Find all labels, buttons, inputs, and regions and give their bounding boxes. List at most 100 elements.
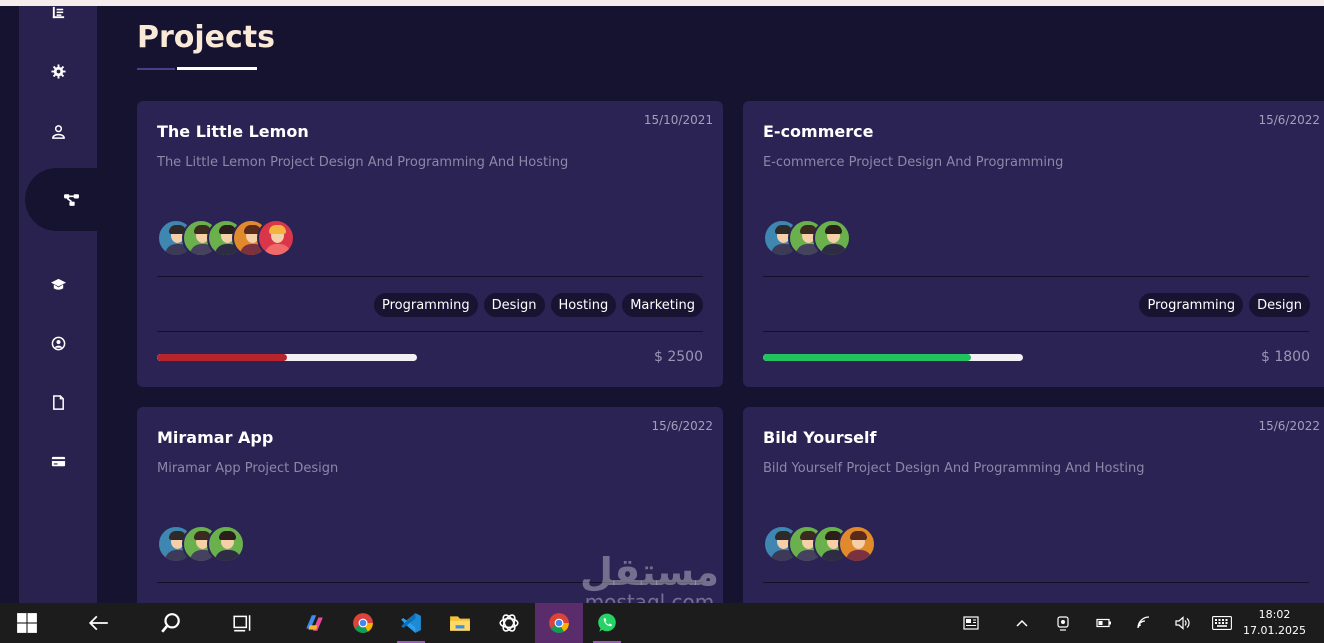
tag[interactable]: Design (1249, 293, 1310, 317)
project-title: E-commerce (763, 122, 874, 141)
sidebar-item-plans[interactable] (19, 441, 97, 481)
user-icon (51, 124, 65, 139)
whatsapp-button[interactable] (585, 603, 629, 643)
sidebar-item-projects[interactable] (25, 168, 100, 231)
project-description: Miramar App Project Design (157, 461, 339, 476)
file-explorer-button[interactable] (438, 603, 482, 643)
tag[interactable]: Programming (373, 293, 478, 317)
card-divider (157, 331, 703, 332)
team-avatars (157, 219, 295, 257)
project-card[interactable]: 15/6/2022 E-commerce E-commerce Project … (743, 101, 1324, 387)
progress-bar (763, 354, 1023, 361)
back-button[interactable] (77, 603, 121, 643)
project-price: $ 2500 (654, 349, 703, 365)
window-top-strip (0, 0, 1324, 6)
taskbar-clock[interactable]: 18:02 17.01.2025 (1243, 607, 1306, 639)
project-card[interactable]: 15/10/2021 The Little Lemon The Little L… (137, 101, 723, 387)
team-avatars (157, 525, 245, 563)
keyboard-button[interactable] (1210, 603, 1234, 643)
file-icon (52, 394, 64, 410)
team-avatars (763, 219, 851, 257)
clock-time: 18:02 (1258, 608, 1291, 621)
card-divider (763, 582, 1309, 583)
project-price: $ 1800 (1261, 349, 1310, 365)
vscode-button[interactable] (389, 603, 433, 643)
task-view-icon (233, 615, 251, 632)
project-title: Bild Yourself (763, 428, 877, 447)
project-date: 15/6/2022 (1258, 113, 1320, 127)
project-tags: Programming Design Hosting Marketing (373, 293, 703, 317)
watermark-arabic: مستقل (580, 550, 719, 594)
project-icon (64, 194, 79, 206)
tag[interactable]: Marketing (622, 293, 703, 317)
sidebar-item-profile[interactable] (19, 111, 97, 151)
chatgpt-icon (499, 614, 519, 632)
chrome-button[interactable] (341, 603, 385, 643)
project-date: 15/6/2022 (651, 419, 713, 433)
project-description: Bild Yourself Project Design And Program… (763, 461, 1145, 476)
project-tags: Programming Design (1139, 293, 1310, 317)
gear-icon (50, 63, 66, 79)
webcam-icon (1057, 616, 1069, 631)
news-icon (963, 616, 979, 630)
card-divider (763, 331, 1309, 332)
speaker-icon (1175, 616, 1190, 630)
tag[interactable]: Programming (1139, 293, 1244, 317)
sidebar-item-friends[interactable] (19, 323, 97, 363)
avatar[interactable] (207, 525, 245, 563)
credit-card-icon (51, 456, 65, 466)
news-widget-button[interactable] (956, 603, 986, 643)
vscode-icon (401, 613, 421, 633)
sidebar-item-files[interactable] (19, 382, 97, 422)
battery-icon (1096, 618, 1111, 628)
project-date: 15/10/2021 (643, 113, 713, 127)
project-title: The Little Lemon (157, 122, 309, 141)
start-button[interactable] (5, 603, 49, 643)
tag[interactable]: Hosting (550, 293, 617, 317)
sidebar (19, 6, 97, 603)
card-divider (157, 276, 703, 277)
search-icon (161, 613, 180, 633)
chevron-up-icon (1016, 619, 1028, 627)
battery-button[interactable] (1094, 603, 1114, 643)
copilot-button[interactable] (292, 603, 336, 643)
sidebar-item-courses[interactable] (19, 264, 97, 304)
graduation-cap-icon (50, 278, 66, 290)
avatar[interactable] (257, 219, 295, 257)
keyboard-icon (1212, 616, 1232, 630)
title-underline-accent (137, 68, 175, 70)
avatar[interactable] (813, 219, 851, 257)
sidebar-item-list[interactable] (19, 0, 97, 32)
search-button[interactable] (149, 603, 193, 643)
task-view-button[interactable] (221, 603, 265, 643)
volume-button[interactable] (1172, 603, 1192, 643)
avatar[interactable] (838, 525, 876, 563)
project-description: The Little Lemon Project Design And Prog… (157, 155, 569, 170)
whatsapp-icon (598, 613, 616, 632)
progress-fill (763, 354, 971, 361)
chrome-active-button[interactable] (535, 603, 583, 643)
chrome-icon (353, 613, 373, 633)
clock-date: 17.01.2025 (1243, 624, 1306, 637)
meet-now-button[interactable] (1053, 603, 1073, 643)
page-title: Projects (137, 20, 276, 55)
list-icon (52, 6, 64, 18)
arrow-left-icon (88, 615, 108, 631)
windows-logo-icon (17, 613, 37, 633)
project-date: 15/6/2022 (1258, 419, 1320, 433)
folder-icon (450, 616, 470, 631)
tag[interactable]: Design (483, 293, 545, 317)
team-avatars (763, 525, 876, 563)
show-hidden-icons-button[interactable] (1012, 603, 1032, 643)
project-description: E-commerce Project Design And Programmin… (763, 155, 1064, 170)
copilot-icon (306, 615, 323, 631)
card-divider (763, 276, 1309, 277)
chatgpt-button[interactable] (487, 603, 531, 643)
project-title: Miramar App (157, 428, 274, 447)
progress-bar (157, 354, 417, 361)
project-card[interactable]: 15/6/2022 Bild Yourself Bild Yourself Pr… (743, 407, 1324, 603)
wifi-icon (1137, 616, 1150, 629)
chrome-icon (549, 613, 569, 633)
sidebar-item-settings[interactable] (19, 51, 97, 91)
network-button[interactable] (1134, 603, 1154, 643)
